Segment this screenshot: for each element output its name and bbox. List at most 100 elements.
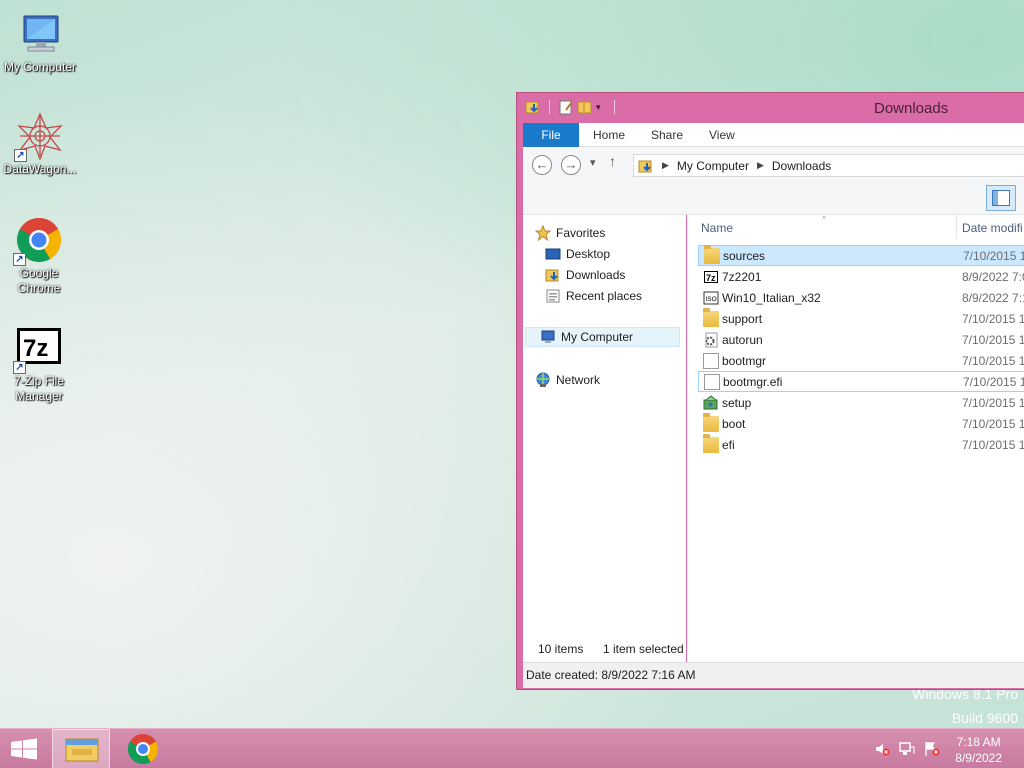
folder-down-icon[interactable]: [525, 99, 541, 115]
nav-network[interactable]: Network: [535, 370, 600, 390]
nav-label: My Computer: [561, 330, 634, 344]
tab-file[interactable]: File: [523, 123, 579, 147]
file-name: boot: [722, 416, 746, 431]
file-row[interactable]: bootmgr.efi 7/10/2015 10: [698, 371, 1024, 392]
file-name: support: [722, 311, 763, 326]
file-icon: [703, 352, 719, 369]
file-date: 8/9/2022 7:0: [962, 269, 1024, 284]
setup-icon: [703, 394, 719, 411]
column-header-date-modified[interactable]: Date modifi: [962, 221, 1023, 235]
file-name: 7z2201: [722, 269, 762, 284]
status-bar: 10 items 1 item selected: [523, 638, 1024, 662]
desktop-icon-datawagon[interactable]: ↗ DataWagon...: [0, 112, 80, 177]
file-row[interactable]: efi 7/10/2015 10: [698, 433, 1024, 455]
desktop-icon-label: Google: [19, 266, 59, 280]
file-icon: [704, 373, 720, 390]
file-name: sources: [723, 248, 766, 263]
file-row[interactable]: sources 7/10/2015 10: [698, 244, 1024, 266]
back-arrow-icon[interactable]: ←: [532, 155, 552, 175]
tab-view[interactable]: View: [709, 123, 735, 147]
tab-home[interactable]: Home: [593, 123, 625, 147]
iso-icon: ISO: [703, 290, 719, 306]
action-center-flag-icon[interactable]: [924, 741, 940, 757]
navigation-bar: ← → ▾ ↑ ▶ My Computer ▶ Downloads: [523, 147, 1024, 185]
view-toolbar: [523, 185, 1024, 215]
shortcut-arrow-icon: ↗: [13, 361, 26, 374]
file-row[interactable]: ISO Win10_Italian_x32 8/9/2022 7:1: [698, 287, 1024, 308]
file-row[interactable]: setup 7/10/2015 10: [698, 392, 1024, 413]
desktop-icon: [545, 246, 561, 262]
file-date: 8/9/2022 7:1: [962, 290, 1024, 305]
file-row[interactable]: 7z 7z2201 8/9/2022 7:0: [698, 266, 1024, 287]
customize-toolbar-chevron-icon[interactable]: ▾: [596, 99, 606, 115]
details-bar: Date created: 8/9/2022 7:16 AM: [523, 662, 1024, 688]
system-clock[interactable]: 7:18 AM 8/9/2022: [955, 734, 1002, 766]
column-divider[interactable]: [956, 215, 957, 239]
breadcrumb-my-computer[interactable]: My Computer: [677, 159, 749, 173]
file-name: bootmgr.efi: [723, 374, 783, 389]
desktop-icon-label: 7-Zip File: [13, 374, 64, 388]
file-explorer-icon: [65, 738, 99, 762]
start-button[interactable]: [0, 729, 48, 768]
nav-label: Downloads: [566, 268, 626, 282]
desktop-icon-label: My Computer: [3, 60, 77, 74]
os-watermark-line2: Build 9600: [951, 710, 1018, 726]
shortcut-arrow-icon: ↗: [13, 253, 26, 266]
ribbon-tabs: File Home Share View: [523, 123, 1024, 147]
file-name: Win10_Italian_x32: [722, 290, 821, 305]
nav-label: Network: [556, 373, 601, 387]
file-row[interactable]: bootmgr 7/10/2015 10: [698, 350, 1024, 371]
nav-favorites[interactable]: Favorites: [534, 223, 605, 243]
file-row[interactable]: boot 7/10/2015 10: [698, 412, 1024, 434]
address-bar[interactable]: ▶ My Computer ▶ Downloads: [633, 154, 1024, 177]
breadcrumb-separator-icon[interactable]: ▶: [757, 160, 764, 171]
explorer-window: ▾ Downloads File Home Share View ← → ▾ ↑…: [516, 92, 1024, 690]
desktop-icon-google-chrome[interactable]: ↗ Google Chrome: [0, 216, 79, 296]
recent-locations-chevron-icon[interactable]: ▾: [590, 156, 596, 169]
network-status-icon[interactable]: [899, 741, 915, 757]
window-title: Downloads: [874, 100, 949, 117]
forward-arrow-icon[interactable]: →: [561, 155, 581, 175]
file-name: efi: [722, 437, 735, 452]
svg-text:7z: 7z: [23, 335, 48, 362]
folder-icon: [704, 244, 720, 264]
desktop-icon-my-computer[interactable]: My Computer: [0, 10, 80, 75]
7zip-icon: 7z ↗: [13, 324, 63, 374]
file-row[interactable]: autorun 7/10/2015 10: [698, 329, 1024, 350]
folder-icon: [703, 433, 719, 453]
new-folder-icon[interactable]: [577, 99, 593, 115]
breadcrumb-downloads[interactable]: Downloads: [772, 159, 831, 173]
taskbar-file-explorer[interactable]: [52, 729, 110, 768]
computer-icon: [16, 10, 64, 58]
folder-icon: [703, 307, 719, 327]
window-titlebar[interactable]: ▾ Downloads: [517, 93, 1024, 122]
desktop-icon-label: Chrome: [17, 281, 61, 295]
volume-muted-icon[interactable]: [874, 741, 890, 757]
tab-share[interactable]: Share: [651, 123, 683, 147]
column-header-name[interactable]: Name: [701, 221, 733, 235]
file-list: ^ Name Date modifi sources 7/10/2015 10 …: [687, 215, 1024, 663]
svg-text:7z: 7z: [706, 273, 716, 283]
file-date: 7/10/2015 10: [962, 332, 1024, 347]
nav-label: Desktop: [566, 247, 611, 261]
nav-desktop[interactable]: Desktop: [545, 244, 610, 264]
up-arrow-icon[interactable]: ↑: [609, 153, 616, 169]
properties-icon[interactable]: [558, 99, 574, 115]
desktop-icon-7zip[interactable]: 7z ↗ 7-Zip File Manager: [0, 324, 79, 404]
preview-pane-icon: [992, 190, 1010, 206]
nav-downloads[interactable]: Downloads: [545, 265, 625, 285]
nav-my-computer[interactable]: My Computer: [525, 327, 680, 347]
file-row[interactable]: support 7/10/2015 10: [698, 307, 1024, 329]
folder-icon: [703, 412, 719, 432]
details-text: Date created: 8/9/2022 7:16 AM: [526, 668, 696, 682]
taskbar-google-chrome[interactable]: [114, 729, 172, 768]
taskbar: 7:18 AM 8/9/2022: [0, 728, 1024, 768]
file-name: setup: [722, 395, 752, 410]
file-date: 7/10/2015 10: [963, 248, 1024, 263]
preview-pane-button[interactable]: [986, 185, 1016, 211]
nav-label: Recent places: [566, 289, 643, 303]
file-date: 7/10/2015 10: [962, 353, 1024, 368]
chrome-icon: ↗: [13, 216, 63, 266]
nav-recent-places[interactable]: Recent places: [545, 286, 642, 306]
breadcrumb-separator-icon[interactable]: ▶: [662, 160, 669, 171]
